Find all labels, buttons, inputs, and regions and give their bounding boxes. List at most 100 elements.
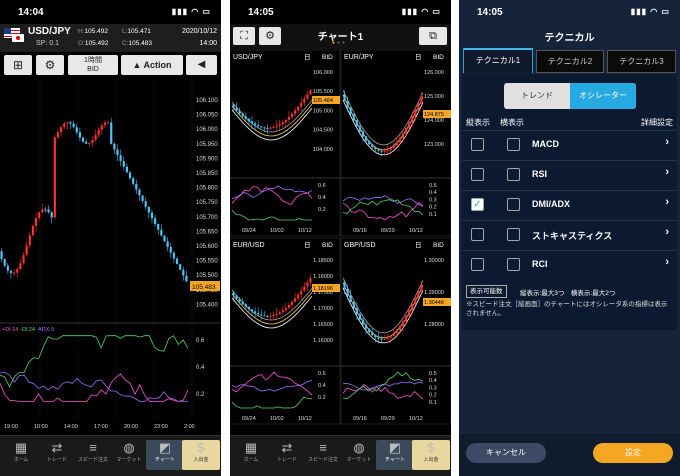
price-candle (53, 137, 56, 218)
price-candle (144, 201, 147, 207)
tab-market[interactable]: ◍ マーケット (340, 440, 378, 463)
cancel-button[interactable]: キャンセル (466, 443, 546, 463)
pane-candle (401, 321, 405, 326)
pane-candle (414, 297, 417, 305)
segment-oscillator[interactable]: オシレーター (570, 83, 636, 109)
tab-label: チャート (385, 457, 405, 463)
pane-price-tick: 1.30000 (424, 258, 444, 264)
time-tick: 2:00 (184, 424, 195, 430)
pane-candle (281, 122, 284, 125)
tab-market[interactable]: ◍ マーケット (110, 440, 148, 463)
tab-speed-order[interactable]: ≡ スピード注文 (304, 440, 342, 463)
pane-candle (250, 121, 254, 124)
tab-label: テクニカル2 (547, 57, 593, 66)
price-tick: 105.900 (196, 156, 218, 162)
chevron-right-icon[interactable]: › (665, 226, 669, 238)
chart-pane-gbp-usd[interactable]: GBP/USD 日 BID 1.30000 1.29000 1.28000 1.30446 0… (340, 237, 451, 425)
settings-button[interactable]: ⚙ (36, 55, 64, 75)
price-candle (3, 258, 6, 266)
price-candle (132, 178, 135, 184)
layout-grid-button[interactable]: ⊞ (4, 55, 32, 75)
pane-date-tick: 10/02 (270, 416, 284, 422)
indicator-row-ストキャスティクス[interactable]: ストキャスティクス › (462, 220, 677, 250)
pane-price-type: BID (433, 242, 444, 249)
price-tick: 105.950 (196, 142, 218, 148)
tab-technical3[interactable]: テクニカル3 (607, 50, 676, 73)
pane-candle (238, 110, 241, 114)
pane-candle (284, 119, 287, 123)
pane-candle (389, 147, 392, 150)
tab-chart[interactable]: ◩ チャート (146, 440, 184, 470)
speed-order-icon: ≡ (89, 440, 97, 455)
tab-technical1[interactable]: テクニカル1 (463, 48, 533, 73)
price-candle (81, 137, 85, 142)
indicator-row-rsi[interactable]: RSI › (462, 160, 677, 190)
confirm-button[interactable]: 設定 (593, 443, 673, 463)
tab-speed-order[interactable]: ≡ スピード注文 (74, 440, 112, 463)
pane-candle (383, 338, 386, 340)
vertical-checkbox[interactable] (471, 228, 484, 241)
tab-deposit[interactable]: $ 入出金 (182, 440, 220, 470)
horizontal-checkbox[interactable] (507, 258, 520, 271)
price-candle (169, 246, 172, 253)
chevron-right-icon[interactable]: › (665, 136, 669, 148)
quad-chart-grid[interactable]: USD/JPY 日 BID 106.000 105.500 105.000 104.500 1… (230, 50, 451, 434)
indicator-row-rci[interactable]: RCI › (462, 250, 677, 280)
chart-pane-usd-jpy[interactable]: USD/JPY 日 BID 106.000 105.500 105.000 104.500 1… (230, 50, 341, 237)
pane-period: 日 (415, 53, 422, 61)
horizontal-checkbox[interactable] (507, 198, 520, 211)
vertical-checkbox[interactable] (471, 138, 484, 151)
tab-chart[interactable]: ◩ チャート (376, 440, 414, 470)
low-value: 105.471 (127, 28, 151, 35)
tab-deposit[interactable]: $ 入出金 (412, 440, 450, 470)
pane-candle (411, 116, 414, 123)
chevron-right-icon[interactable]: › (665, 196, 669, 208)
tab-home[interactable]: ▦ ホーム (232, 440, 270, 463)
horizontal-checkbox[interactable] (507, 138, 520, 151)
action-button[interactable]: ▲ Action (121, 55, 183, 75)
price-candle (179, 264, 182, 270)
vertical-checkbox[interactable] (471, 258, 484, 271)
pane-osc-tick: 0.4 (429, 378, 437, 384)
chart-pane-eur-jpy[interactable]: EUR/JPY 日 BID 126.000 125.000 124.000 123.000 1… (340, 50, 451, 237)
period-button[interactable]: 1時間 BID (68, 55, 118, 75)
page-dots: ●●● (332, 40, 348, 46)
chart-header: ⛶ ⚙ チャート1 ●●● ⧉ (230, 24, 451, 50)
pane-period: 日 (415, 241, 422, 249)
price-candle (116, 149, 119, 156)
chevron-right-icon[interactable]: › (665, 256, 669, 268)
pane-candle (294, 298, 297, 302)
segment-trend[interactable]: トレンド (504, 83, 570, 109)
price-candle (138, 189, 141, 196)
status-time: 14:05 (477, 7, 503, 18)
pane-price-tick: 104.500 (313, 128, 333, 134)
vertical-checkbox[interactable] (471, 168, 484, 181)
tab-trade[interactable]: ⇄ トレード (268, 440, 306, 463)
triangle-icon: ▲ (132, 60, 142, 70)
indicator-name: DMI/ADX (532, 199, 570, 209)
price-candle (44, 209, 47, 211)
pane-period: 日 (304, 53, 311, 61)
trade-icon: ⇄ (51, 440, 63, 455)
tab-technical2[interactable]: テクニカル2 (536, 50, 604, 73)
pane-candle (420, 96, 423, 104)
pane-current-price: 124.875 (424, 112, 444, 118)
main-chart[interactable]: 106.100 106.050 106.000 105.950 105.900 105.8… (0, 80, 221, 435)
price-candle (157, 224, 160, 230)
chart-pane-eur-usd[interactable]: EUR/USD 日 BID1.185001.180001.175001.170001… (230, 237, 341, 425)
home-icon: ▦ (14, 440, 28, 455)
layout-switch-button[interactable]: ⧉ (419, 27, 447, 45)
horizontal-checkbox[interactable] (507, 168, 520, 181)
time-tick: 10:00 (34, 424, 48, 430)
vertical-checkbox[interactable]: ✓ (471, 198, 484, 211)
tab-home[interactable]: ▦ ホーム (2, 440, 40, 463)
indicator-row-macd[interactable]: MACD › (462, 130, 677, 160)
collapse-button[interactable]: ◀ (186, 55, 217, 75)
tab-trade[interactable]: ⇄ トレード (38, 440, 76, 463)
home-icon: ▦ (244, 440, 258, 455)
chevron-right-icon[interactable]: › (665, 166, 669, 178)
indicator-row-dmi-adx[interactable]: ✓ DMI/ADX › (462, 190, 677, 220)
tab-label: トレード (46, 457, 67, 463)
tab-label: テクニカル1 (475, 56, 521, 65)
horizontal-checkbox[interactable] (507, 228, 520, 241)
